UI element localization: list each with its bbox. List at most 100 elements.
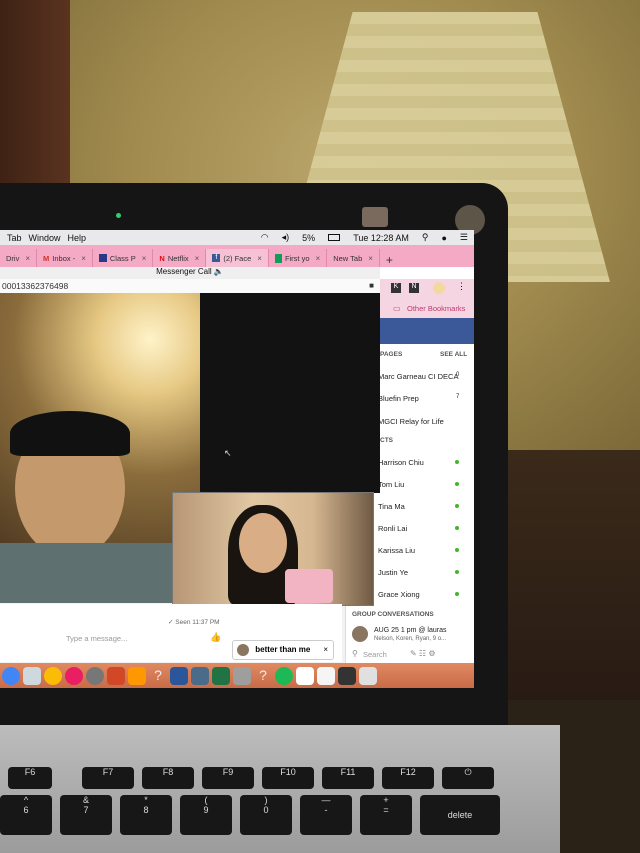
close-icon[interactable]: × xyxy=(368,254,373,263)
key-f10[interactable]: F10 xyxy=(262,767,314,789)
laptop-screen: Tab Window Help ◠ ◂) 5% Tue 12:28 AM ⚲ ●… xyxy=(0,230,474,688)
page-item[interactable]: MGCI Relay for Life xyxy=(378,417,444,426)
menu-dots-icon[interactable]: ⋮ xyxy=(457,281,466,292)
extension-icon[interactable]: K xyxy=(391,283,401,293)
avatar[interactable] xyxy=(433,282,445,294)
page-item[interactable]: Marc Garneau CI DECA xyxy=(378,372,458,381)
tab-facebook[interactable]: f (2) Face × xyxy=(206,249,269,267)
close-icon[interactable]: × xyxy=(25,254,30,263)
key-minus[interactable]: — - xyxy=(300,795,352,835)
help-icon[interactable]: ? xyxy=(149,667,167,685)
close-icon[interactable]: × xyxy=(142,254,147,263)
group-title[interactable]: AUG 25 1 pm @ lauras xyxy=(374,627,446,634)
close-icon[interactable]: × xyxy=(257,254,262,263)
key-label: F6 xyxy=(24,767,36,777)
key-label: F12 xyxy=(400,767,416,777)
close-icon[interactable]: × xyxy=(195,254,200,263)
menu-tab[interactable]: Tab xyxy=(7,233,22,243)
key-9[interactable]: (9 xyxy=(180,795,232,835)
itunes-icon[interactable] xyxy=(65,666,83,685)
key-0[interactable]: ) 0 xyxy=(240,795,292,835)
contact-item[interactable]: Karissa Liu xyxy=(378,546,415,555)
photos-icon[interactable] xyxy=(44,666,62,685)
url-text: 00013362376498 xyxy=(2,281,69,291)
contact-item[interactable]: Tom Liu xyxy=(378,480,404,489)
call-url-bar[interactable]: 00013362376498 ■ xyxy=(0,279,380,293)
wifi-icon[interactable]: ◠ xyxy=(261,232,269,243)
tab-label: New Tab xyxy=(333,253,363,263)
key-f12[interactable]: F12 xyxy=(382,767,434,789)
tab-sheets[interactable]: First yo × xyxy=(269,249,328,267)
automator-icon[interactable] xyxy=(233,666,251,685)
netflix-icon: N xyxy=(159,253,165,263)
contact-item[interactable]: Justin Ye xyxy=(378,568,408,577)
notion-icon[interactable] xyxy=(296,666,314,685)
ibooks-icon[interactable] xyxy=(128,666,146,685)
key-top: + xyxy=(383,795,389,805)
contact-item[interactable]: Grace Xiong xyxy=(378,590,420,599)
contact-item[interactable]: Ronli Lai xyxy=(378,524,407,533)
menu-help[interactable]: Help xyxy=(68,233,87,243)
close-icon[interactable]: × xyxy=(81,254,86,263)
key-f9[interactable]: F9 xyxy=(202,767,254,789)
seen-indicator: ✓ Seen 11:37 PM xyxy=(168,619,220,626)
extension-icon[interactable]: N xyxy=(409,283,419,293)
online-indicator xyxy=(455,482,459,486)
notes-icon[interactable] xyxy=(317,666,335,685)
tab-new[interactable]: New Tab × xyxy=(327,249,380,267)
message-input[interactable]: Type a message... xyxy=(66,634,127,643)
key-6[interactable]: ^ 6 xyxy=(0,795,52,835)
settings-icon[interactable] xyxy=(86,666,104,685)
key-7[interactable]: & 7 xyxy=(60,795,112,835)
search-icon[interactable]: ⚲ xyxy=(422,232,429,243)
other-bookmarks[interactable]: Other Bookmarks xyxy=(407,304,465,313)
close-icon[interactable]: × xyxy=(316,254,321,263)
key-8[interactable]: * 8 xyxy=(120,795,172,835)
like-icon[interactable]: 👍 xyxy=(210,632,221,643)
contact-item[interactable]: Tina Ma xyxy=(378,502,405,511)
tab-class[interactable]: Class P × xyxy=(93,249,154,267)
contact-item[interactable]: Harrison Chiu xyxy=(378,458,424,467)
camera-icon[interactable]: ■ xyxy=(369,279,374,293)
volume-icon[interactable]: ◂) xyxy=(282,232,290,243)
key-f7[interactable]: F7 xyxy=(82,767,134,789)
close-icon[interactable]: × xyxy=(323,641,328,659)
power-icon: ⏻ xyxy=(464,767,472,777)
gmail-icon: M xyxy=(43,253,50,263)
online-indicator xyxy=(455,570,459,574)
powerpoint-icon[interactable] xyxy=(107,666,125,685)
page-item[interactable]: Bluefin Prep xyxy=(378,394,419,403)
preview-icon[interactable] xyxy=(23,666,41,685)
siri-icon[interactable]: ● xyxy=(441,233,446,243)
sidebar-search-input[interactable]: Search xyxy=(363,650,387,659)
trash-icon[interactable] xyxy=(359,666,377,685)
minimized-chat-head[interactable]: better than me × xyxy=(232,640,334,660)
terminal-icon[interactable] xyxy=(338,666,356,685)
delete-key[interactable]: delete xyxy=(420,795,500,835)
word-icon[interactable] xyxy=(170,666,188,685)
tab-inbox[interactable]: M Inbox - × xyxy=(37,249,93,267)
tab-label: Netflix xyxy=(167,253,189,263)
menu-window[interactable]: Window xyxy=(29,233,61,243)
clock[interactable]: Tue 12:28 AM xyxy=(353,233,409,243)
battery-percent[interactable]: 5% xyxy=(302,233,315,243)
online-indicator xyxy=(455,548,459,552)
key-f8[interactable]: F8 xyxy=(142,767,194,789)
battery-icon xyxy=(328,234,341,241)
tab-drive[interactable]: Driv × xyxy=(0,249,38,267)
power-key[interactable]: ⏻ xyxy=(442,767,494,789)
question-icon[interactable]: ? xyxy=(254,667,272,685)
tab-netflix[interactable]: N Netflix × xyxy=(153,249,207,267)
new-message-icon[interactable]: ✎ ☷ ⚙ xyxy=(410,649,436,658)
see-all-link[interactable]: SEE ALL xyxy=(440,351,467,358)
new-tab-button[interactable]: + xyxy=(380,253,399,267)
spotify-icon[interactable] xyxy=(275,666,293,685)
notification-icon[interactable]: ☰ xyxy=(460,232,468,243)
tunnelblick-icon[interactable] xyxy=(191,666,209,685)
chrome-icon[interactable] xyxy=(2,666,20,685)
online-indicator xyxy=(455,526,459,530)
key-f6[interactable]: F6 xyxy=(8,767,52,789)
key-equals[interactable]: + = xyxy=(360,795,412,835)
excel-icon[interactable] xyxy=(212,666,230,685)
key-f11[interactable]: F11 xyxy=(322,767,374,789)
